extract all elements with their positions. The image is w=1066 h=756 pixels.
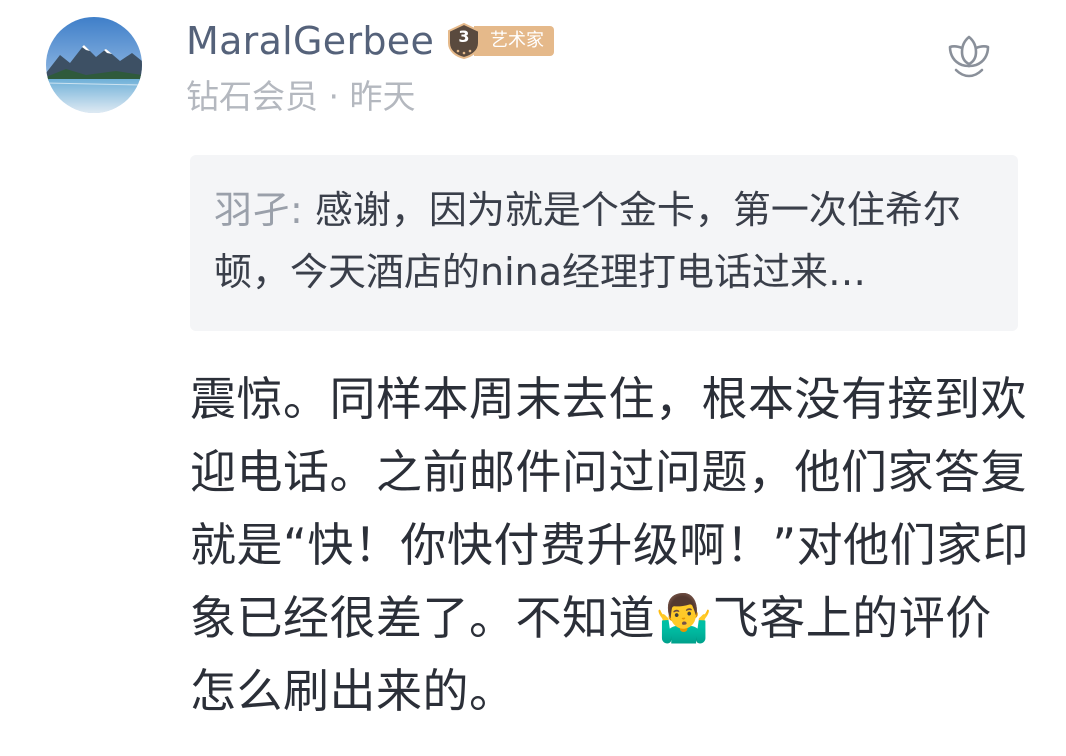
membership-label: 钻石会员 (186, 77, 318, 116)
comment-item: MaralGerbee 3 艺术家 钻石会员 · 昨天 羽孑: 感谢，因为就是个… (0, 0, 1066, 756)
lotus-like-icon (948, 35, 990, 78)
comment-body: 震惊。同样本周末去住，根本没有接到欢迎电话。之前邮件问过问题，他们家答复就是“快… (190, 372, 1030, 718)
like-button[interactable] (944, 30, 994, 80)
quoted-comment[interactable]: 羽孑: 感谢，因为就是个金卡，第一次住希尔顿，今天酒店的nina经理打电话过来… (190, 155, 1018, 331)
author-name[interactable]: MaralGerbee (186, 18, 434, 64)
comment-time: 昨天 (349, 77, 416, 116)
avatar[interactable] (46, 17, 142, 113)
quote-text: 感谢，因为就是个金卡，第一次住希尔顿，今天酒店的nina经理打电话过来… (214, 188, 961, 294)
level-shield-icon: 3 (446, 23, 482, 59)
badge-level-number: 3 (458, 27, 470, 46)
meta-separator: · (318, 77, 350, 116)
comment-meta: 钻石会员 · 昨天 (186, 77, 415, 117)
quote-separator: : (290, 188, 315, 232)
badge-title: 艺术家 (474, 26, 554, 56)
author-badge[interactable]: 3 艺术家 (446, 23, 554, 59)
quote-author: 羽孑 (214, 188, 291, 232)
quote-text-block: 羽孑: 感谢，因为就是个金卡，第一次住希尔顿，今天酒店的nina经理打电话过来… (214, 179, 994, 303)
